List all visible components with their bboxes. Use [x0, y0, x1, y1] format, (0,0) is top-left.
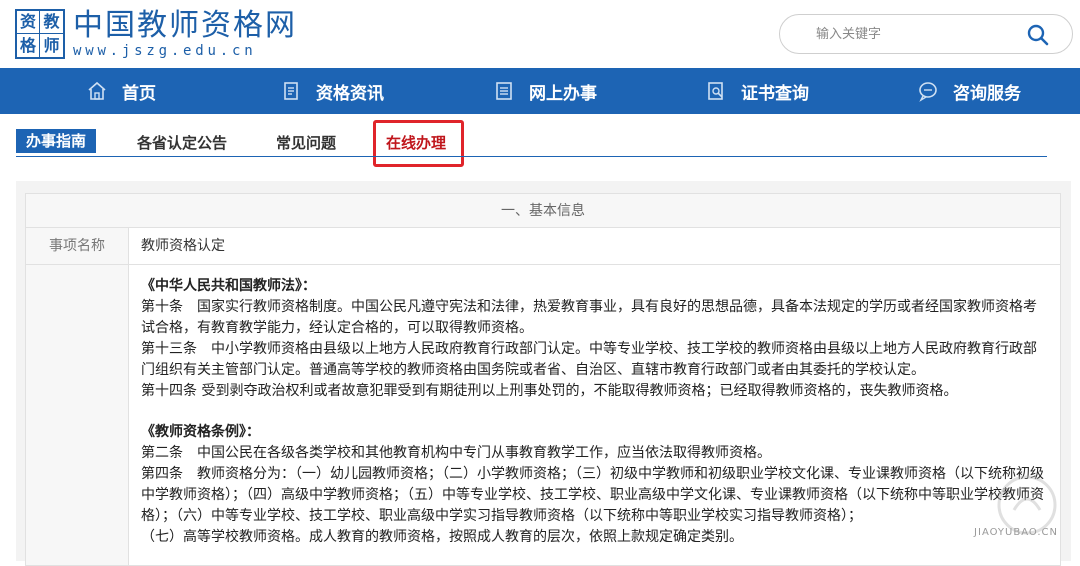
logo-char: 师	[43, 35, 60, 55]
search-input[interactable]	[798, 23, 1018, 45]
site-title: 中国教师资格网	[73, 8, 297, 43]
law-paragraph: 第十三条 中小学教师资格由县级以上地方人民政府教育行政部门认定。中等专业学校、技…	[141, 341, 1037, 378]
law-paragraph: 第四条 教师资格分为：（一）幼儿园教师资格；（二）小学教师资格；（三）初级中学教…	[141, 466, 1044, 524]
section-title: 一、基本信息	[26, 194, 1060, 228]
tab-faq[interactable]: 常见问题	[276, 131, 336, 155]
document-icon	[280, 80, 302, 102]
law-paragraph: 第十四条 受到剥夺政治权利或者故意犯罪受到有期徒刑以上刑事处罚的，不能取得教师资…	[141, 383, 958, 399]
logo-seal: 资 教 格 师	[15, 9, 65, 59]
logo-char: 格	[17, 34, 40, 57]
search-document-icon	[705, 80, 727, 102]
law-paragraph: 第十条 国家实行教师资格制度。中国公民凡遵守宪法和法律，热爱教育事业，具有良好的…	[141, 299, 1037, 336]
nav-item-news[interactable]: 资格资讯	[280, 68, 384, 114]
nav-item-label: 网上办事	[529, 83, 597, 104]
row-value: 教师资格认定	[141, 238, 225, 254]
tab-provincial-notices[interactable]: 各省认定公告	[137, 131, 227, 155]
list-icon	[493, 80, 515, 102]
logo-char: 教	[40, 11, 63, 34]
logo-char: 资	[17, 11, 40, 34]
info-table: 一、基本信息 事项名称 教师资格认定 《中华人民共和国教师法》： 第十条 国家实…	[25, 193, 1061, 566]
legal-basis-text: 《中华人民共和国教师法》： 第十条 国家实行教师资格制度。中国公民凡遵守宪法和法…	[129, 265, 1060, 565]
site-logo[interactable]: 资 教 格 师 中国教师资格网 www.jszg.edu.cn	[15, 9, 297, 59]
content-area: 一、基本信息 事项名称 教师资格认定 《中华人民共和国教师法》： 第十条 国家实…	[16, 181, 1071, 566]
tab-guide[interactable]: 办事指南	[16, 129, 97, 153]
watermark-text: JIAOYUBAO.CN	[974, 527, 1058, 538]
main-nav: 首页 资格资讯 网上办事 证书查询 咨询服务	[0, 68, 1080, 114]
nav-item-label: 证书查询	[741, 83, 809, 104]
site-url: www.jszg.edu.cn	[73, 43, 257, 59]
law-paragraph: （七）高等学校教师资格。成人教育的教师资格，按照成人教育的层次，依照上款规定确定…	[141, 529, 743, 545]
nav-item-certificate[interactable]: 证书查询	[705, 68, 809, 114]
row-label	[26, 265, 129, 565]
nav-item-online[interactable]: 网上办事	[493, 68, 597, 114]
law-title: 《中华人民共和国教师法》：	[141, 278, 316, 294]
nav-item-home[interactable]: 首页	[86, 68, 156, 114]
table-row: 事项名称 教师资格认定	[26, 228, 1060, 265]
nav-item-consult[interactable]: 咨询服务	[917, 68, 1021, 114]
law-paragraph: 第二条 中国公民在各级各类学校和其他教育机构中专门从事教育教学工作，应当依法取得…	[141, 445, 771, 461]
logo-text: 中国教师资格网 www.jszg.edu.cn	[73, 8, 297, 60]
nav-item-label: 首页	[122, 83, 156, 104]
table-row: 《中华人民共和国教师法》： 第十条 国家实行教师资格制度。中国公民凡遵守宪法和法…	[26, 265, 1060, 565]
nav-item-label: 资格资讯	[316, 83, 384, 104]
chat-icon	[917, 80, 939, 102]
search-box	[779, 14, 1073, 54]
law-title: 《教师资格条例》：	[141, 424, 260, 440]
site-header: 资 教 格 师 中国教师资格网 www.jszg.edu.cn	[0, 0, 1080, 68]
highlight-box	[373, 120, 464, 167]
home-icon	[86, 80, 108, 102]
row-label: 事项名称	[26, 228, 129, 264]
search-icon[interactable]	[1026, 23, 1050, 47]
tab-underline	[16, 156, 1047, 157]
nav-item-label: 咨询服务	[953, 83, 1021, 104]
